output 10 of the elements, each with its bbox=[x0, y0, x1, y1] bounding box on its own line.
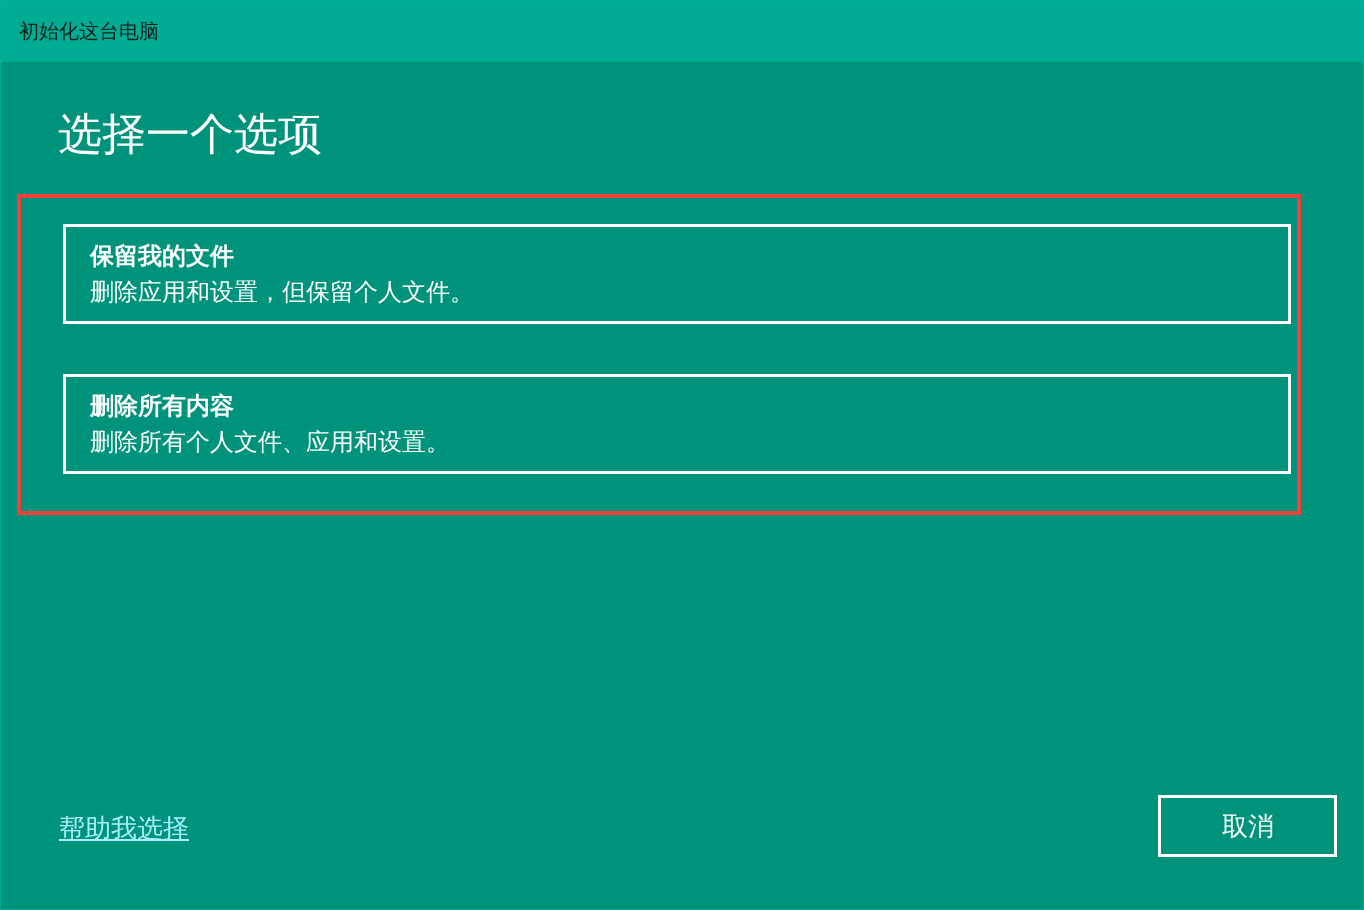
help-link[interactable]: 帮助我选择 bbox=[59, 811, 189, 846]
window-title: 初始化这台电脑 bbox=[19, 18, 159, 45]
option-card[interactable]: 删除所有内容 删除所有个人文件、应用和设置。 bbox=[63, 374, 1291, 474]
option-title: 删除所有内容 bbox=[90, 391, 234, 422]
option-description: 删除应用和设置，但保留个人文件。 bbox=[90, 277, 474, 308]
page-heading: 选择一个选项 bbox=[58, 107, 322, 161]
option-title: 保留我的文件 bbox=[90, 241, 234, 272]
option-description: 删除所有个人文件、应用和设置。 bbox=[90, 427, 450, 458]
option-card[interactable]: 保留我的文件 删除应用和设置，但保留个人文件。 bbox=[63, 224, 1291, 324]
cancel-button[interactable]: 取消 bbox=[1158, 795, 1337, 857]
